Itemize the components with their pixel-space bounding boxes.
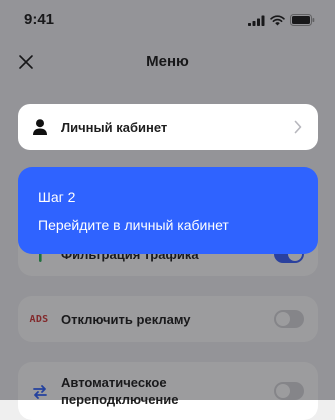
account-label: Личный кабинет [61, 120, 168, 135]
tooltip-step: Шаг 2 [38, 189, 76, 205]
user-icon [30, 117, 50, 137]
tooltip-text: Перейдите в личный кабинет [38, 217, 229, 233]
chevron-right-icon [294, 120, 302, 134]
account-menu-item[interactable]: Личный кабинет [18, 104, 318, 150]
onboarding-tooltip[interactable]: Шаг 2 Перейдите в личный кабинет [18, 167, 318, 254]
